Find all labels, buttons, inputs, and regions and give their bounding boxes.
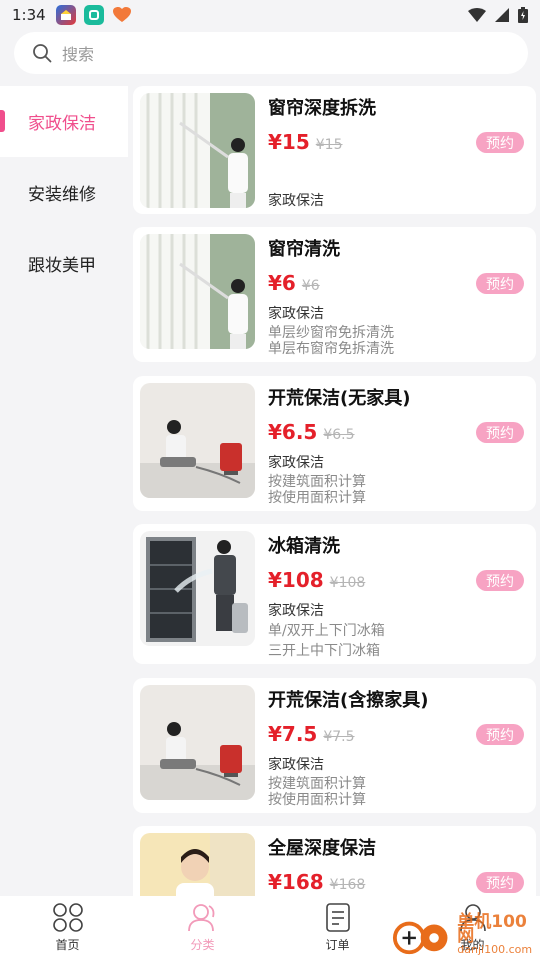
- map-app-icon: [55, 5, 76, 25]
- status-indicators: [468, 7, 528, 23]
- original-price: ¥7.5: [323, 729, 355, 745]
- sidebar-item-cleaning[interactable]: 家政保洁: [0, 86, 128, 157]
- original-price: ¥15: [315, 137, 343, 153]
- search-icon: [33, 44, 52, 63]
- service-category: 家政保洁: [268, 193, 324, 209]
- service-desc-line: 单层布窗帘免拆清洗: [268, 341, 394, 357]
- service-card[interactable]: 开荒保洁(含擦家具) ¥7.5 ¥7.5 预约 家政保洁 按建筑面积计算 按使用面…: [133, 678, 536, 813]
- service-desc-line: 按建筑面积计算: [268, 474, 366, 490]
- search-placeholder: 搜索: [62, 45, 95, 64]
- floor-cleaning-photo: [140, 685, 255, 800]
- fridge-cleaning-photo: [140, 531, 255, 646]
- status-time: 1:34: [12, 6, 46, 24]
- curtain-cleaning-photo: [140, 234, 255, 349]
- sidebar-item-label: 安装维修: [28, 185, 96, 205]
- curtain-cleaning-photo: [140, 93, 255, 208]
- book-button[interactable]: 预约: [476, 132, 524, 153]
- nav-home[interactable]: 首页: [0, 896, 135, 960]
- book-button[interactable]: 预约: [476, 872, 524, 893]
- service-title: 窗帘清洗: [268, 239, 340, 260]
- service-price: ¥108 ¥108: [268, 568, 365, 592]
- service-price: ¥7.5 ¥7.5: [268, 722, 355, 746]
- service-price: ¥6.5 ¥6.5: [268, 420, 355, 444]
- service-card[interactable]: 全屋深度保洁 ¥168 ¥168 预约: [133, 826, 536, 896]
- sidebar-item-repair[interactable]: 安装维修: [0, 157, 128, 228]
- service-card[interactable]: 窗帘深度拆洗 ¥15 ¥15 预约 家政保洁: [133, 86, 536, 214]
- price-value: ¥15: [268, 130, 310, 154]
- service-desc-line: 按使用面积计算: [268, 490, 366, 506]
- service-category: 家政保洁: [268, 603, 324, 619]
- service-desc-line: 按使用面积计算: [268, 792, 366, 808]
- wifi-icon: [468, 8, 486, 22]
- price-value: ¥6: [268, 271, 296, 295]
- search-input[interactable]: 搜索: [14, 32, 528, 74]
- service-price: ¥15 ¥15: [268, 130, 342, 154]
- price-value: ¥168: [268, 870, 324, 894]
- book-button[interactable]: 预约: [476, 724, 524, 745]
- house-cleaner-photo: [140, 833, 255, 896]
- nav-label: 订单: [325, 938, 350, 952]
- service-card[interactable]: 开荒保洁(无家具) ¥6.5 ¥6.5 预约 家政保洁 按建筑面积计算 按使用面积…: [133, 376, 536, 511]
- category-sidebar: 家政保洁 安装维修 跟妆美甲: [0, 86, 128, 896]
- price-value: ¥7.5: [268, 722, 318, 746]
- search-bar: 搜索: [0, 30, 540, 86]
- nav-category[interactable]: 分类: [135, 896, 270, 960]
- book-button[interactable]: 预约: [476, 570, 524, 591]
- original-price: ¥108: [329, 575, 366, 591]
- service-desc-line: 按建筑面积计算: [268, 776, 366, 792]
- service-card[interactable]: 窗帘清洗 ¥6 ¥6 预约 家政保洁 单层纱窗帘免拆清洗 单层布窗帘免拆清洗: [133, 227, 536, 362]
- nav-orders[interactable]: 订单: [270, 896, 405, 960]
- book-button[interactable]: 预约: [476, 422, 524, 443]
- status-app-icons: [55, 5, 132, 25]
- sidebar-item-label: 跟妆美甲: [28, 256, 96, 276]
- price-value: ¥6.5: [268, 420, 318, 444]
- service-title: 开荒保洁(含擦家具): [268, 690, 429, 711]
- watermark-title: 单机100网: [457, 912, 527, 946]
- category-people-icon: [187, 904, 214, 932]
- price-value: ¥108: [268, 568, 324, 592]
- service-category: 家政保洁: [268, 757, 324, 773]
- service-list: 窗帘深度拆洗 ¥15 ¥15 预约 家政保洁 窗帘清洗 ¥6 ¥6 预约 家政保洁 …: [133, 86, 536, 896]
- original-price: ¥6.5: [323, 427, 355, 443]
- watermark: 单机100网 danji100.com: [392, 912, 540, 960]
- teal-app-icon: [83, 5, 104, 25]
- battery-icon: [518, 7, 528, 23]
- book-button[interactable]: 预约: [476, 273, 524, 294]
- watermark-url: danji100.com: [457, 943, 533, 956]
- service-desc-line: 单层纱窗帘免拆清洗: [268, 325, 394, 341]
- service-card[interactable]: 冰箱清洗 ¥108 ¥108 预约 家政保洁 单/双开上下门冰箱 三开上中下门冰箱: [133, 524, 536, 664]
- home-grid-icon: [52, 903, 83, 932]
- service-title: 开荒保洁(无家具): [268, 388, 411, 409]
- watermark-text: 单机100网 danji100.com: [457, 912, 540, 957]
- status-bar: 1:34: [0, 0, 540, 30]
- service-title: 冰箱清洗: [268, 536, 340, 557]
- heart-app-icon: [112, 5, 132, 25]
- service-desc-line: 三开上中下门冰箱: [268, 643, 380, 659]
- service-price: ¥6 ¥6: [268, 271, 320, 295]
- service-price: ¥168 ¥168: [268, 870, 365, 894]
- original-price: ¥168: [329, 877, 366, 893]
- signal-icon: [495, 8, 509, 22]
- sidebar-item-label: 家政保洁: [28, 114, 96, 134]
- order-document-icon: [325, 903, 350, 932]
- sidebar-item-beauty[interactable]: 跟妆美甲: [0, 228, 128, 299]
- service-title: 窗帘深度拆洗: [268, 98, 376, 119]
- service-category: 家政保洁: [268, 455, 324, 471]
- nav-label: 首页: [55, 938, 80, 952]
- service-desc-line: 单/双开上下门冰箱: [268, 623, 385, 639]
- nav-label: 分类: [190, 938, 215, 952]
- service-title: 全屋深度保洁: [268, 838, 376, 859]
- floor-cleaning-photo: [140, 383, 255, 498]
- watermark-logo-icon: [392, 921, 448, 955]
- original-price: ¥6: [301, 278, 320, 294]
- service-category: 家政保洁: [268, 306, 324, 322]
